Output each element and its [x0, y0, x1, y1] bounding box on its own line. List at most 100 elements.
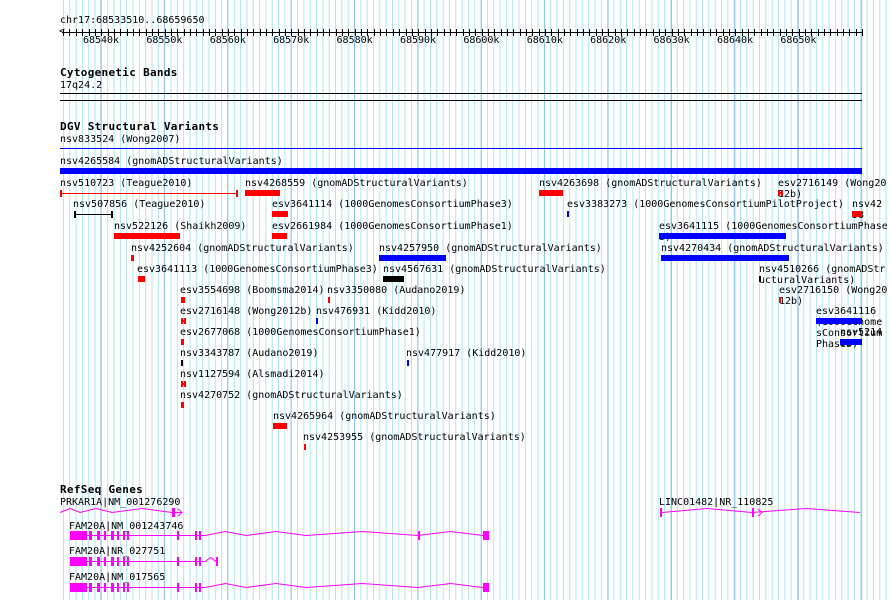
variant-label[interactable]: esv3641115 (1000GenomesConsortiumPhase3) [659, 221, 888, 243]
variant-feature[interactable] [304, 444, 306, 450]
ruler-tick [703, 29, 705, 36]
variant-feature[interactable] [138, 276, 145, 282]
ruler-label: 68620k [590, 35, 627, 46]
variant-feature[interactable] [181, 297, 185, 303]
variant-label[interactable]: nsv4263698 (gnomADStructuralVariants) [539, 178, 762, 189]
variant-label[interactable]: nsv3350080 (Audano2019) [327, 285, 465, 296]
variant-feature[interactable] [407, 360, 409, 366]
ruler-tick [196, 29, 198, 36]
gene-label[interactable]: PRKAR1A|NM_001276290 [60, 497, 180, 508]
variant-label[interactable]: esv2661984 (1000GenomesConsortiumPhase1) [272, 221, 513, 232]
ruler-tick [830, 29, 832, 36]
variant-label[interactable]: nsv4253955 (gnomADStructuralVariants) [303, 432, 526, 443]
variant-feature[interactable] [779, 297, 781, 303]
variant-label[interactable]: esv3383273 (1000GenomesConsortiumPilotPr… [567, 199, 844, 210]
variant-feature[interactable] [852, 211, 862, 217]
ruler-tick [253, 29, 255, 36]
variant-feature[interactable] [759, 276, 761, 282]
ruler[interactable]: <68540k 68550k 68560k 68570k 68580k 68590k 686… [0, 26, 890, 48]
variant-feature[interactable] [60, 190, 238, 197]
ruler-tick [63, 29, 65, 36]
gene-label[interactable]: FAM20A|NM_001243746 [69, 521, 183, 532]
variant-feature[interactable] [181, 381, 186, 387]
variant-label[interactable]: nsv4257950 (gnomADStructuralVariants) [379, 243, 602, 254]
variant-label[interactable]: nsv1127594 (Alsmadi2014) [180, 369, 325, 380]
variant-feature[interactable] [778, 190, 783, 196]
variant-label[interactable]: esv3554698 (Boomsma2014) [180, 285, 325, 296]
variant-label[interactable]: nsv507856 (Teague2010) [73, 199, 205, 210]
ruler-tick [842, 29, 844, 36]
variant-label[interactable]: esv2677068 (1000GenomesConsortiumPhase1) [180, 327, 421, 338]
variant-label[interactable]: nsv4567631 (gnomADStructuralVariants) [383, 264, 606, 275]
variant-feature[interactable] [60, 148, 862, 149]
variant-label[interactable]: esv2716150 (Wong2012b) [779, 285, 888, 307]
variant-feature[interactable] [539, 190, 563, 196]
track-title-dgv: DGV Structural Variants [60, 120, 220, 133]
variant-feature[interactable] [328, 297, 330, 303]
variant-feature[interactable] [567, 211, 569, 217]
variant-feature[interactable] [181, 402, 184, 408]
ruler-label: 68580k [336, 35, 373, 46]
variant-label[interactable]: nsv3343787 (Audano2019) [180, 348, 318, 359]
variant-feature[interactable] [181, 360, 183, 366]
variant-label[interactable]: nsv476931 (Kidd2010) [316, 306, 436, 317]
variant-feature[interactable] [245, 190, 280, 196]
gene-label[interactable]: FAM20A|NM_017565 [69, 572, 165, 583]
gene-label[interactable]: LINC01482|NR_110825 [659, 497, 773, 508]
ruler-tick [139, 29, 141, 36]
scroll-left-arrow-icon[interactable]: < [59, 26, 65, 37]
variant-label[interactable]: nsv4270752 (gnomADStructuralVariants) [180, 390, 403, 401]
variant-feature[interactable] [383, 276, 404, 282]
ruler-tick [519, 29, 521, 36]
variant-label[interactable]: nsv4258 [852, 199, 888, 221]
variant-feature[interactable] [114, 233, 180, 239]
ruler-tick [323, 29, 324, 36]
variant-feature[interactable] [816, 318, 862, 324]
ruler-tick [247, 29, 248, 36]
variant-label[interactable]: nsv521432 [840, 327, 888, 349]
variant-label[interactable]: nsv833524 (Wong2007) [60, 134, 180, 145]
variant-label[interactable]: nsv4265964 (gnomADStructuralVariants) [273, 411, 496, 422]
variant-feature[interactable] [661, 255, 789, 261]
variant-feature[interactable] [316, 318, 318, 324]
variant-label[interactable]: nsv510723 (Teague2010) [60, 178, 192, 189]
variant-feature[interactable] [60, 168, 862, 174]
gene-label[interactable]: FAM20A|NR_027751 [69, 546, 165, 557]
ruler-tick [202, 29, 204, 36]
variant-label[interactable]: esv2716148 (Wong2012b) [180, 306, 312, 317]
variant-label[interactable]: nsv477917 (Kidd2010) [406, 348, 526, 359]
cytoband-label[interactable]: 17q24.2 [60, 80, 102, 91]
ruler-tick [697, 29, 699, 36]
ruler-tick [506, 29, 508, 36]
variant-label[interactable]: esv2716149 (Wong2012b) [778, 178, 888, 200]
ruler-label: 68650k [780, 35, 817, 46]
variant-feature[interactable] [181, 318, 186, 324]
ruler-tick [690, 29, 692, 36]
variant-feature[interactable] [379, 255, 446, 261]
variant-feature[interactable] [272, 211, 288, 217]
variant-feature[interactable] [272, 233, 287, 239]
variant-label[interactable]: esv3641114 (1000GenomesConsortiumPhase3) [272, 199, 513, 210]
variant-label[interactable]: nsv4510266 (gnomADStructuralVariants) [759, 264, 888, 286]
ruler-label: 68540k [82, 35, 120, 46]
variant-label[interactable]: nsv4270434 (gnomADStructuralVariants) [661, 243, 884, 254]
variant-feature[interactable] [74, 211, 113, 218]
variant-feature[interactable] [181, 339, 184, 345]
variant-feature[interactable] [131, 255, 134, 261]
variant-label[interactable]: nsv4265584 (gnomADStructuralVariants) [60, 156, 283, 167]
variant-feature[interactable] [659, 233, 786, 239]
variant-label[interactable]: nsv4252604 (gnomADStructuralVariants) [131, 243, 354, 254]
ruler-tick [132, 29, 134, 36]
ruler-tick [709, 29, 711, 36]
ruler-tick [392, 29, 394, 36]
variant-label[interactable]: nsv522126 (Shaikh2009) [114, 221, 246, 232]
ruler-tick [633, 29, 635, 36]
ruler-tick [266, 29, 267, 36]
variant-label[interactable]: esv3641113 (1000GenomesConsortiumPhase3) [137, 264, 378, 275]
variant-feature[interactable] [840, 339, 862, 345]
variant-label[interactable]: nsv4268559 (gnomADStructuralVariants) [245, 178, 468, 189]
ruler-tick [773, 29, 775, 36]
track-title-cytobands: Cytogenetic Bands [60, 66, 178, 79]
variant-feature[interactable] [273, 423, 287, 429]
variant-end-cap [60, 190, 62, 197]
